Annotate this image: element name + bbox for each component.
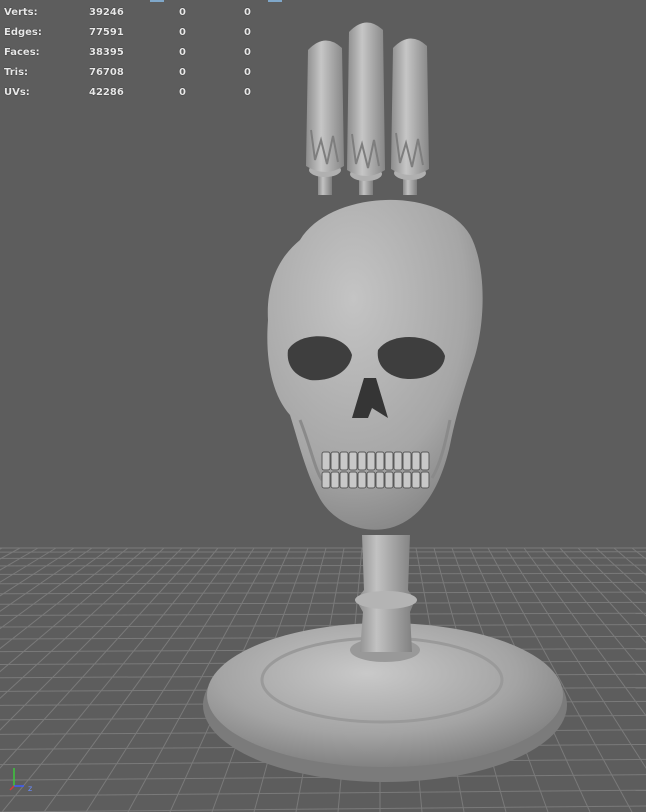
model-tooth <box>411 471 421 489</box>
model-tooth <box>384 451 394 471</box>
model-tooth <box>393 451 403 471</box>
model-candle <box>391 38 429 195</box>
grid-line <box>0 572 646 575</box>
hud-row: Edges: 77591 0 0 <box>4 23 264 43</box>
hud-component-count: 0 <box>244 7 251 18</box>
3d-viewport[interactable]: Verts: 39246 0 0 Edges: 77591 0 0 Faces: 38395 0 0 T… <box>0 0 646 812</box>
model-tooth <box>321 471 331 489</box>
grid-line <box>577 547 646 617</box>
grid-line <box>0 624 646 628</box>
model-tooth <box>402 471 412 489</box>
poly-count-hud: Verts: 39246 0 0 Edges: 77591 0 0 Faces: 38395 0 0 T… <box>4 3 264 103</box>
hud-total-count: 77591 <box>89 27 124 38</box>
hud-row: Faces: 38395 0 0 <box>4 43 264 63</box>
model-tooth <box>402 451 412 471</box>
model-tooth <box>339 471 349 489</box>
model-tooth <box>330 471 340 489</box>
model-tooth <box>375 451 385 471</box>
hud-label: UVs: <box>4 87 30 98</box>
model-tooth <box>330 451 340 471</box>
hud-total-count: 42286 <box>89 87 124 98</box>
hud-selected-count: 0 <box>179 27 186 38</box>
model-tooth <box>411 451 421 471</box>
grid-line <box>559 547 646 644</box>
model-tooth <box>375 471 385 489</box>
hud-component-count: 0 <box>244 27 251 38</box>
hud-label: Faces: <box>4 47 40 58</box>
hud-total-count: 39246 <box>89 7 124 18</box>
model-candle <box>306 40 344 195</box>
model-stem-collar <box>355 591 417 609</box>
model-tooth <box>321 451 331 471</box>
model-tooth <box>348 471 358 489</box>
model-candle-body <box>347 22 385 177</box>
hud-selected-count: 0 <box>179 7 186 18</box>
axis-gizmo: z <box>8 762 38 793</box>
hud-selected-count: 0 <box>179 47 186 58</box>
model-tooth <box>420 451 430 471</box>
model-candles <box>306 22 429 195</box>
model-tooth <box>384 471 394 489</box>
hud-total-count: 38395 <box>89 47 124 58</box>
axis-x-line <box>9 785 15 791</box>
axis-z-label: z <box>28 784 33 793</box>
grid-line <box>0 564 646 567</box>
hud-label: Edges: <box>4 27 42 38</box>
hud-selected-count: 0 <box>179 87 186 98</box>
hud-selected-count: 0 <box>179 67 186 78</box>
model-candle <box>347 22 385 195</box>
hud-component-count: 0 <box>244 47 251 58</box>
hud-label: Verts: <box>4 7 38 18</box>
scene-render <box>0 22 646 812</box>
grid-line <box>0 601 646 605</box>
hud-row: UVs: 42286 0 0 <box>4 83 264 103</box>
model-tooth <box>348 451 358 471</box>
hud-row: Tris: 76708 0 0 <box>4 63 264 83</box>
grid-line <box>43 547 237 812</box>
hud-label: Tris: <box>4 67 29 78</box>
grid-line <box>595 547 646 595</box>
hud-component-count: 0 <box>244 67 251 78</box>
hud-component-count: 0 <box>244 87 251 98</box>
hud-total-count: 76708 <box>89 67 124 78</box>
model-candle-body <box>391 38 429 176</box>
model-tooth <box>366 471 376 489</box>
hud-row: Verts: 39246 0 0 <box>4 3 264 23</box>
model-tooth <box>357 471 367 489</box>
grid-line <box>0 805 646 812</box>
grid-line <box>0 547 3 550</box>
model-tooth <box>393 471 403 489</box>
grid-line <box>613 547 646 576</box>
model-tooth <box>339 451 349 471</box>
skull-candelabra-model[interactable] <box>203 22 567 782</box>
model-tooth <box>366 451 376 471</box>
grid-line <box>0 591 646 595</box>
model-tooth <box>357 451 367 471</box>
model-tooth <box>420 471 430 489</box>
